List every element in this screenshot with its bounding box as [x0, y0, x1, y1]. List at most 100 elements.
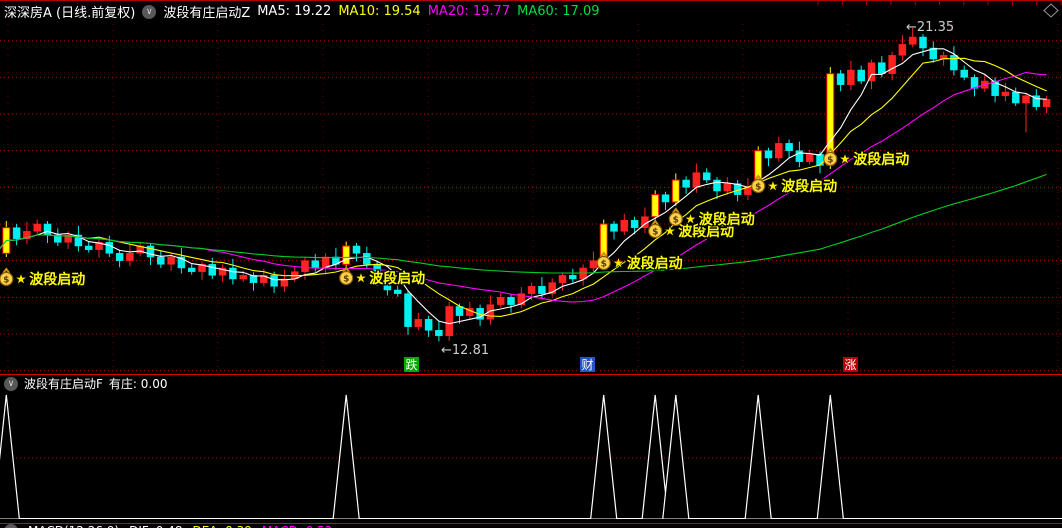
candle-body — [723, 183, 732, 192]
candle-up — [95, 239, 103, 258]
signal-marker: $ ★ 波段启动 — [823, 147, 911, 169]
candle-body — [764, 150, 773, 159]
ma20-value: MA20: 19.77 — [427, 4, 511, 19]
candle-up — [136, 241, 144, 257]
candle-signal — [342, 241, 351, 268]
candle-down — [569, 268, 577, 283]
signal-spike — [816, 394, 844, 519]
candle-down — [764, 147, 773, 167]
candle-body — [496, 297, 505, 305]
signal-spike — [332, 394, 360, 519]
candle-body — [527, 286, 536, 294]
candle-up — [548, 278, 556, 297]
candle-body — [630, 220, 639, 228]
money-bag-dollar: $ — [652, 228, 658, 238]
star-icon: ★ — [14, 270, 27, 288]
candle-down — [1032, 89, 1041, 111]
candle-down — [187, 263, 196, 275]
macd-strip: ∨ MACD(12,26,9) DIF: 0.48 DEA: 0.39 MACD… — [0, 524, 1062, 528]
candle-up — [981, 74, 989, 93]
signal-marker: $ ★ 波段启动 — [0, 267, 87, 289]
star-icon: ★ — [354, 269, 367, 287]
candle-down — [404, 290, 412, 335]
signal-marker: $ ★ 波段启动 — [339, 266, 426, 288]
signal-label: 波段启动 — [853, 151, 909, 168]
candle-body — [569, 275, 577, 280]
candle-down — [836, 70, 845, 92]
candle-body — [620, 220, 629, 232]
candle-up — [126, 244, 134, 267]
star-icon: ★ — [612, 254, 625, 272]
indicator-name: 波段有庄启动Z — [163, 6, 251, 21]
money-bag-icon: $ — [0, 267, 14, 287]
candle-body — [857, 69, 865, 82]
candle-up — [218, 264, 227, 282]
candle-body — [836, 73, 845, 85]
candle-down — [682, 176, 690, 194]
candle-body — [507, 297, 515, 305]
signal-spike — [0, 394, 20, 519]
candle-body — [816, 154, 824, 166]
macd-dea-value: DEA: 0.39 — [192, 524, 251, 528]
money-bag-dollar: $ — [3, 276, 9, 286]
candle-down — [12, 223, 21, 246]
candle-body — [538, 286, 546, 294]
candle-body — [1011, 91, 1020, 104]
ma5-line — [0, 48, 1047, 325]
candle-up — [692, 163, 701, 193]
candle-body — [558, 275, 567, 283]
candle-down — [84, 241, 93, 253]
candle-body — [352, 245, 361, 254]
candle-body — [898, 44, 907, 56]
candle-down — [970, 74, 979, 97]
candle-body — [187, 267, 196, 272]
candle-body — [589, 260, 598, 269]
collapse-chevron-icon[interactable]: ∨ — [142, 4, 157, 19]
candle-up — [414, 312, 423, 331]
candle-down — [702, 168, 711, 183]
candle-body — [301, 260, 309, 272]
candle-body — [805, 154, 814, 162]
caption-marker-text: 财 — [581, 358, 593, 372]
candle-up — [744, 178, 752, 201]
candle-body — [342, 245, 351, 265]
candle-up — [620, 213, 629, 235]
panel2-indicator-value: 有庄: 0.00 — [108, 377, 168, 391]
candle-body — [445, 306, 453, 337]
candle-up — [198, 261, 206, 280]
panel2-collapse-chevron-icon[interactable]: ∨ — [4, 376, 18, 391]
candle-down — [610, 221, 618, 240]
candle-body — [393, 289, 402, 294]
macd-collapse-chevron-icon[interactable]: ∨ — [4, 524, 18, 528]
caption-marker-text: 跌 — [405, 357, 417, 372]
candle-down — [352, 243, 361, 262]
candle-up — [775, 136, 783, 162]
money-bag-dollar: $ — [601, 260, 607, 270]
star-icon: ★ — [766, 177, 779, 195]
candle-body — [455, 306, 464, 316]
ma5-value: MA5: 19.22 — [257, 4, 332, 19]
candle-down — [435, 321, 443, 342]
low-label: ←12.81 — [441, 343, 489, 358]
candle-body — [878, 62, 886, 74]
candle-body — [167, 256, 175, 265]
signal-label: 波段启动 — [29, 271, 85, 288]
candle-body — [1022, 95, 1030, 104]
star-icon: ★ — [838, 150, 851, 168]
candle-body — [661, 194, 670, 203]
candle-down — [857, 65, 865, 84]
candle-body — [270, 275, 278, 287]
candle-down — [424, 315, 433, 337]
app-window: $ ★ 波段启动 $ ★ 波段启动 $ ★ 波段启动 $ ★ 波段启动 $ ★ 波段启动 $ ★ 波段启动 $ ★ 波段… — [0, 0, 1062, 528]
candle-down — [960, 65, 968, 81]
signal-spike — [662, 394, 690, 519]
candle-body — [115, 253, 124, 261]
candle-up — [445, 302, 453, 341]
macd-name: MACD(12,26,9) — [28, 524, 119, 528]
candle-down — [177, 247, 186, 274]
candle-body — [847, 69, 855, 85]
candle-down — [950, 46, 958, 76]
candle-up — [898, 35, 907, 61]
stock-title: 深深房A (日线.前复权) — [4, 6, 136, 21]
candle-body — [682, 179, 690, 188]
